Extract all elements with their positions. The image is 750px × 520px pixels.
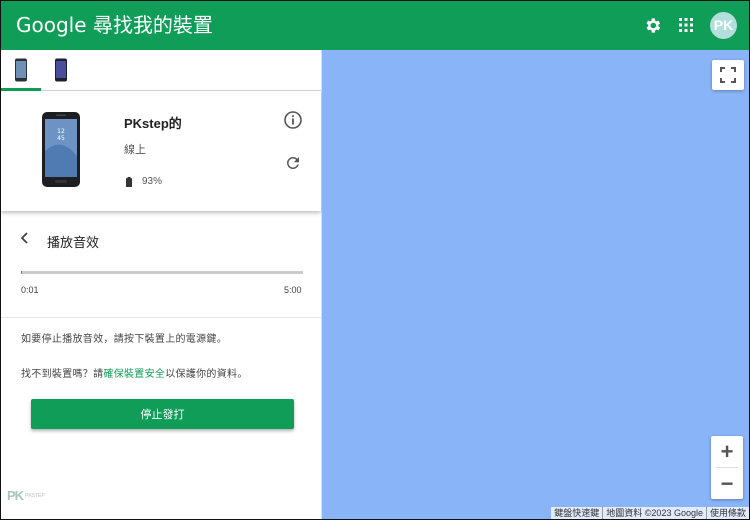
- phone-front-icon: [15, 58, 27, 82]
- gear-icon: [645, 17, 660, 33]
- tab-device-2[interactable]: [41, 50, 81, 90]
- svg-text:45: 45: [57, 135, 65, 142]
- device-panel: 12 45 PKstep的 線上 93% 播放音效 0:01 5:00 如要停止…: [1, 50, 322, 519]
- sound-progress-bar: [21, 271, 303, 274]
- zoom-in-button[interactable]: +: [711, 436, 743, 467]
- settings-button[interactable]: [640, 13, 664, 37]
- account-avatar[interactable]: PK: [710, 12, 737, 39]
- stop-instruction: 如要停止播放音效，請按下裝置上的電源鍵。: [21, 334, 227, 345]
- terms-link[interactable]: 使用條款: [705, 507, 749, 519]
- fullscreen-icon: [720, 67, 736, 83]
- top-app-bar: Google 尋找我的裝置 PK: [1, 1, 749, 50]
- time-current: 0:01: [21, 285, 39, 295]
- device-card: 12 45 PKstep的 線上 93%: [1, 91, 321, 211]
- play-sound-title: 播放音效: [47, 235, 100, 250]
- tab-device-1[interactable]: [1, 50, 41, 91]
- play-sound-header: 播放音效: [1, 225, 321, 255]
- help-suffix: 以保護你的資料。: [165, 369, 248, 380]
- watermark: PK PKSTEP: [7, 488, 45, 503]
- refresh-button[interactable]: [284, 154, 302, 177]
- battery-level: 93%: [142, 176, 163, 187]
- apps-grid-icon: [679, 18, 693, 32]
- back-button[interactable]: [19, 231, 31, 250]
- help-text: 找不到裝置嗎？請確保裝置安全以保護你的資料。: [21, 365, 248, 380]
- phone-dark-icon: [55, 58, 67, 82]
- keyboard-shortcuts-link[interactable]: 鍵盤快速鍵: [551, 507, 602, 519]
- map-attribution: 鍵盤快速鍵 地圖資料 ©2023 Google 使用條款: [551, 507, 749, 519]
- map-data-credit: 地圖資料 ©2023 Google: [602, 507, 706, 519]
- find-my-device-window: Google 尋找我的裝置 PK 12 45 PKstep的 線上 93% 播放…: [0, 0, 750, 520]
- watermark-logo: PK: [7, 488, 24, 503]
- app-title: Google 尋找我的裝置: [16, 13, 213, 37]
- svg-text:12: 12: [57, 128, 65, 135]
- phone-illustration-icon: 12 45: [42, 112, 80, 187]
- device-image: 12 45: [41, 111, 81, 193]
- info-icon: [284, 111, 302, 129]
- zoom-control: + −: [711, 436, 743, 499]
- sound-progress-fill: [21, 271, 22, 274]
- apps-button[interactable]: [674, 13, 698, 37]
- divider: [1, 317, 321, 318]
- device-tabs: [1, 50, 321, 91]
- secure-device-link[interactable]: 確保裝置安全: [103, 369, 165, 380]
- device-status: 線上: [124, 144, 146, 156]
- device-name: PKstep的: [124, 116, 182, 131]
- time-total: 5:00: [284, 285, 302, 295]
- map-area[interactable]: + − 鍵盤快速鍵 地圖資料 ©2023 Google 使用條款: [322, 50, 749, 519]
- battery-status: 93%: [126, 176, 162, 187]
- watermark-small: PKSTEP: [25, 492, 45, 499]
- chevron-left-icon: [20, 232, 28, 244]
- device-info-button[interactable]: [283, 110, 303, 135]
- help-prefix: 找不到裝置嗎？請: [21, 369, 104, 380]
- stop-ringing-button[interactable]: 停止發打: [31, 399, 294, 429]
- fullscreen-button[interactable]: [712, 60, 744, 90]
- zoom-out-button[interactable]: −: [711, 468, 743, 499]
- refresh-icon: [286, 156, 299, 169]
- battery-icon: [126, 176, 132, 187]
